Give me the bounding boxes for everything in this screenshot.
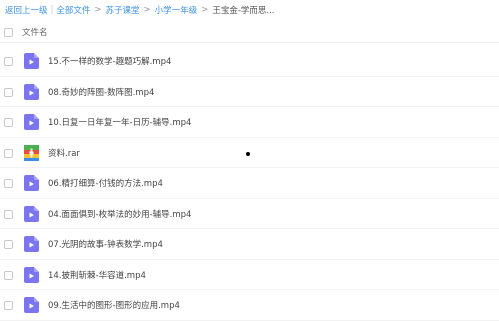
- file-checkbox[interactable]: [4, 270, 13, 280]
- file-name[interactable]: 06.精打细算-付钱的方法.mp4: [48, 177, 163, 189]
- breadcrumb-level1[interactable]: 苏子课堂: [106, 4, 140, 16]
- video-file-icon: [24, 205, 39, 222]
- breadcrumb-separator: >: [94, 5, 102, 15]
- file-name[interactable]: 08.奇妙的阵图-数阵图.mp4: [48, 86, 154, 98]
- file-name[interactable]: 10.日复一日年复一年-日历-辅导.mp4: [48, 116, 191, 128]
- column-header-filename[interactable]: 文件名: [22, 26, 48, 38]
- file-name[interactable]: 14.披荆斩棘-华容道.mp4: [48, 269, 146, 281]
- file-checkbox[interactable]: [4, 209, 13, 219]
- breadcrumb-separator: >: [143, 5, 151, 15]
- file-name[interactable]: 09.生活中的图形-图形的应用.mp4: [48, 299, 180, 311]
- video-file-icon: [24, 53, 39, 69]
- file-row[interactable]: 09.生活中的图形-图形的应用.mp4: [0, 290, 499, 321]
- mouse-cursor: [246, 152, 250, 156]
- file-list: 15.不一样的数学-趣题巧解.mp4 08.奇妙的阵图-数阵图.mp4 10.日复一…: [0, 46, 499, 321]
- file-row[interactable]: 04.面面俱到-枚举法的妙用-辅导.mp4: [0, 199, 499, 229]
- archive-file-icon: [24, 144, 39, 161]
- file-name[interactable]: 资料.rar: [48, 147, 80, 159]
- file-checkbox[interactable]: [4, 118, 13, 127]
- video-file-icon: [24, 236, 39, 252]
- file-checkbox[interactable]: [4, 57, 13, 66]
- video-file-icon: [24, 266, 39, 283]
- video-file-icon: [24, 175, 39, 191]
- file-row[interactable]: 06.精打细算-付钱的方法.mp4: [0, 168, 499, 199]
- file-row[interactable]: 10.日复一日年复一年-日历-辅导.mp4: [0, 107, 499, 138]
- file-checkbox[interactable]: [4, 87, 13, 97]
- breadcrumb-level2[interactable]: 小学一年级: [155, 4, 198, 16]
- file-name[interactable]: 04.面面俱到-枚举法的妙用-辅导.mp4: [48, 208, 191, 220]
- select-all-checkbox[interactable]: [4, 27, 13, 37]
- breadcrumb: 返回上一级 | 全部文件 > 苏子课堂 > 小学一年级 > 王宝金-学而思...: [5, 3, 275, 17]
- video-file-icon: [24, 297, 39, 313]
- file-list-header: 文件名: [0, 22, 499, 43]
- file-name[interactable]: 15.不一样的数学-趣题巧解.mp4: [48, 55, 171, 67]
- breadcrumb-divider: |: [50, 5, 54, 15]
- breadcrumb-current: 王宝金-学而思...: [212, 6, 275, 16]
- file-row[interactable]: 15.不一样的数学-趣题巧解.mp4: [0, 46, 499, 77]
- video-file-icon: [24, 83, 39, 100]
- file-row[interactable]: 14.披荆斩棘-华容道.mp4: [0, 260, 499, 290]
- breadcrumb-separator: >: [201, 5, 209, 15]
- video-file-icon: [24, 114, 39, 130]
- file-row[interactable]: 07.光阴的故事-钟表数学.mp4: [0, 229, 499, 260]
- file-checkbox[interactable]: [4, 301, 13, 310]
- file-checkbox[interactable]: [4, 240, 13, 249]
- file-row[interactable]: 08.奇妙的阵图-数阵图.mp4: [0, 77, 499, 107]
- file-checkbox[interactable]: [4, 148, 13, 158]
- back-link[interactable]: 返回上一级: [5, 4, 48, 16]
- file-name[interactable]: 07.光阴的故事-钟表数学.mp4: [48, 238, 163, 250]
- file-checkbox[interactable]: [4, 179, 13, 188]
- breadcrumb-all-files[interactable]: 全部文件: [56, 4, 90, 16]
